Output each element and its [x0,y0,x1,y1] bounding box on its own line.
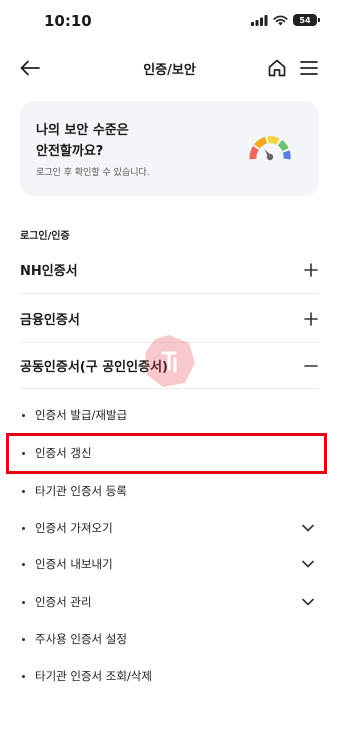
section-label: 로그인/인증 [20,231,70,242]
wifi-icon [273,15,288,25]
chevron-down-icon [301,595,315,609]
bullet [22,674,25,678]
plus-icon[interactable] [303,262,319,278]
minus-icon[interactable] [303,358,319,374]
top-nav: 인증/보안 [0,48,339,88]
status-bar: 10:10 54 [0,0,339,44]
sub-item-export[interactable]: 인증서 내보내기 [20,546,319,582]
hamburger-icon [300,61,318,75]
security-card-subtitle: 로그인 후 확인할 수 있습니다. [36,168,150,178]
sub-item-manage[interactable]: 인증서 관리 [20,584,319,620]
bullet [22,562,25,566]
security-card-title: 나의 보안 수준은 안전할까요? [36,120,216,162]
bullet [22,637,25,641]
sub-item-import[interactable]: 인증서 가져오기 [20,510,319,546]
battery-icon: 54 [293,14,320,26]
signal-icon [251,14,268,26]
sub-item-label: 타기관 인증서 조회/삭제 [35,669,152,683]
sub-item-label: 타기관 인증서 등록 [35,484,127,498]
menu-button[interactable] [297,56,321,80]
battery-level: 54 [299,15,311,25]
sub-item-register-other[interactable]: 타기관 인증서 등록 [20,473,319,509]
sub-item-label: 인증서 내보내기 [35,557,113,571]
status-time: 10:10 [44,12,92,30]
chevron-down-icon [301,521,315,535]
highlight-box [6,433,327,474]
plus-icon[interactable] [303,311,319,327]
sub-item-label: 주사용 인증서 설정 [35,632,127,646]
security-level-card[interactable]: 나의 보안 수준은 안전할까요? 로그인 후 확인할 수 있습니다. [20,101,319,196]
sub-item-label: 인증서 관리 [35,595,92,609]
home-button[interactable] [265,56,289,80]
accordion-label: NH인증서 [20,264,78,279]
bullet [22,413,25,417]
bullet [22,526,25,530]
status-icons: 54 [251,14,320,26]
watermark-logo [145,335,195,387]
security-card-title-text: 나의 보안 수준은 안전할까요? [36,123,129,159]
bullet [22,489,25,493]
sub-item-issue-reissue[interactable]: 인증서 발급/재발급 [20,397,319,433]
chevron-down-icon [301,557,315,571]
sub-item-label: 인증서 가져오기 [35,521,113,535]
bullet [22,600,25,604]
accordion-label: 금융인증서 [20,313,80,328]
sub-item-lookup-delete-other[interactable]: 타기관 인증서 조회/삭제 [20,658,319,694]
sub-item-label: 인증서 발급/재발급 [35,408,128,422]
sub-item-primary-setting[interactable]: 주사용 인증서 설정 [20,621,319,657]
home-icon [268,59,286,77]
gauge-icon [249,136,291,161]
accordion-nh-certificate[interactable]: NH인증서 [20,246,319,294]
